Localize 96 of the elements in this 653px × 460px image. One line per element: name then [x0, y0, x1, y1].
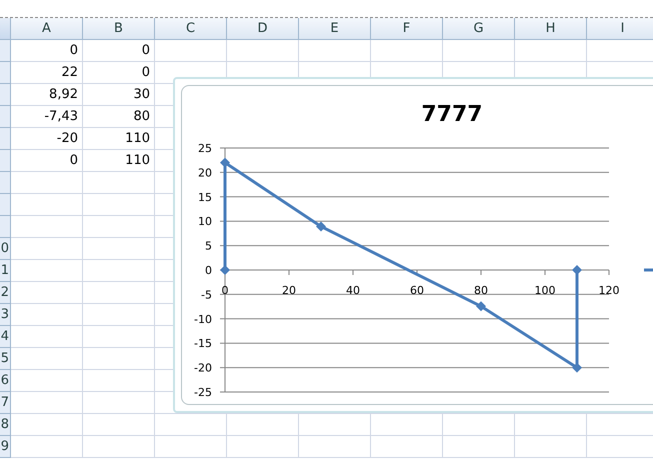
row-header[interactable]: [0, 172, 11, 194]
table-cell: [371, 436, 443, 458]
data-point-marker: [572, 265, 582, 275]
column-header[interactable]: I: [587, 18, 653, 40]
row-header[interactable]: 0: [0, 238, 11, 260]
data-point-marker: [476, 301, 486, 312]
column-header[interactable]: D: [227, 18, 299, 40]
y-tick-label: -10: [194, 312, 212, 326]
table-cell: [11, 260, 83, 282]
row-header[interactable]: 4: [0, 326, 11, 348]
x-tick-label: 100: [534, 284, 556, 297]
y-tick-label: 0: [205, 264, 212, 277]
table-cell: [83, 414, 155, 436]
row-header[interactable]: 5: [0, 348, 11, 370]
column-header[interactable]: B: [83, 18, 155, 40]
table-cell: 80: [83, 106, 155, 128]
x-tick-label: 40: [346, 284, 360, 297]
y-tick-label: -20: [194, 362, 212, 375]
table-cell: [299, 414, 371, 436]
table-cell: [443, 436, 515, 458]
x-tick-label: 120: [598, 284, 620, 297]
data-point-marker: [316, 221, 326, 232]
legend-line-icon: [644, 268, 653, 272]
row-header[interactable]: [0, 84, 11, 106]
x-tick-label: 0: [222, 284, 228, 297]
table-cell: 8,92: [11, 84, 83, 106]
table-cell: [11, 392, 83, 414]
x-tick-label: 80: [474, 284, 488, 297]
table-cell: [11, 216, 83, 238]
select-all-corner[interactable]: [0, 18, 11, 40]
table-cell: [11, 238, 83, 260]
table-cell: [155, 414, 227, 436]
data-point-marker: [572, 362, 582, 373]
y-tick-label: 5: [205, 240, 212, 253]
column-header[interactable]: G: [443, 18, 515, 40]
table-cell: [227, 414, 299, 436]
x-tick-label: 60: [410, 284, 424, 297]
table-cell: 0: [83, 62, 155, 84]
table-cell: 0: [11, 150, 83, 172]
row-header[interactable]: [0, 128, 11, 150]
table-cell: -20: [11, 128, 83, 150]
table-cell: [11, 194, 83, 216]
row-header[interactable]: 1: [0, 260, 11, 282]
y-tick-label: -5: [201, 288, 212, 302]
table-cell: [155, 436, 227, 458]
table-cell: [11, 414, 83, 436]
row-header[interactable]: [0, 216, 11, 238]
data-point-marker: [220, 265, 230, 275]
table-cell: [155, 40, 227, 62]
row-header[interactable]: 2: [0, 282, 11, 304]
row-header[interactable]: 8: [0, 414, 11, 436]
table-cell: 22: [11, 62, 83, 84]
row-header[interactable]: 3: [0, 304, 11, 326]
table-cell: [11, 348, 83, 370]
column-header[interactable]: H: [515, 18, 587, 40]
row-header[interactable]: [0, 194, 11, 216]
row-header[interactable]: 7: [0, 392, 11, 414]
table-cell: 30: [83, 84, 155, 106]
row-header[interactable]: [0, 150, 11, 172]
x-tick-label: 20: [282, 284, 296, 297]
chart-frame[interactable]: 7777 -25 -20 -15 -10 -5 0 5 10 15 20 25 0 20 40 60 80 100 120: [173, 77, 653, 413]
table-cell: [227, 436, 299, 458]
table-cell: 0: [11, 40, 83, 62]
data-point-marker: [220, 158, 230, 168]
y-tick-label: 25: [198, 142, 212, 155]
table-cell: [11, 436, 83, 458]
table-cell: [11, 304, 83, 326]
table-cell: [299, 436, 371, 458]
table-cell: 110: [83, 150, 155, 172]
y-tick-label: 15: [198, 190, 212, 204]
table-cell: [515, 414, 587, 436]
table-cell: [11, 282, 83, 304]
table-cell: -7,43: [11, 106, 83, 128]
table-cell: [371, 414, 443, 436]
table-cell: [11, 172, 83, 194]
table-cell: 0: [83, 40, 155, 62]
table-cell: [443, 414, 515, 436]
row-header[interactable]: 9: [0, 436, 11, 458]
y-tick-label: -25: [194, 386, 212, 399]
row-header[interactable]: [0, 62, 11, 84]
row-header[interactable]: [0, 40, 11, 62]
y-tick-label: -15: [194, 337, 212, 350]
y-tick-label: 10: [198, 215, 212, 228]
y-tick-label: 20: [198, 166, 212, 180]
table-cell: [11, 326, 83, 348]
chart-title: 7777: [421, 102, 483, 127]
column-header[interactable]: A: [11, 18, 83, 40]
row-header[interactable]: 6: [0, 370, 11, 392]
table-cell: [83, 436, 155, 458]
column-header[interactable]: F: [371, 18, 443, 40]
table-cell: [11, 370, 83, 392]
table-cell: [515, 436, 587, 458]
column-header[interactable]: C: [155, 18, 227, 40]
row-header[interactable]: [0, 106, 11, 128]
table-cell: 110: [83, 128, 155, 150]
column-header[interactable]: E: [299, 18, 371, 40]
